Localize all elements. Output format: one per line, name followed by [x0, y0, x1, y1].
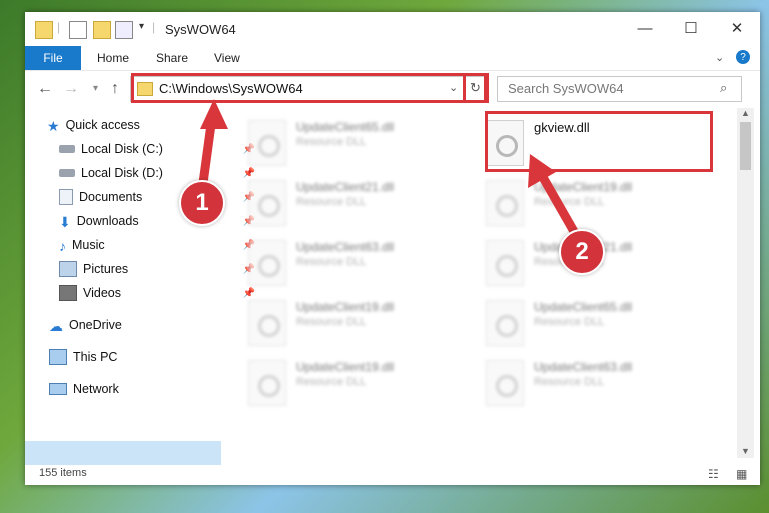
properties-icon[interactable]: [69, 21, 87, 39]
sidebar-item-network[interactable]: Network: [25, 378, 245, 400]
file-type: Resource DLL: [534, 376, 605, 388]
dll-file-icon: [486, 360, 524, 406]
help-icon[interactable]: ?: [736, 50, 750, 64]
file-item[interactable]: UpdateClient21.dll Resource DLL: [238, 172, 458, 228]
dll-file-icon: [248, 360, 286, 406]
dll-file-icon: [248, 240, 286, 286]
cloud-icon: ☁: [49, 318, 63, 334]
file-name: UpdateClient19.dll: [296, 300, 395, 314]
sidebar-item-label: Downloads: [76, 214, 139, 228]
dll-file-icon: [248, 120, 286, 166]
file-type: Resource DLL: [296, 256, 367, 268]
quick-access-toolbar-icon[interactable]: [115, 21, 133, 39]
dll-file-icon: [486, 240, 524, 286]
sidebar-item-onedrive[interactable]: ☁ OneDrive: [25, 314, 245, 336]
step-2-badge: 2: [559, 229, 605, 275]
file-type: Resource DLL: [296, 136, 367, 148]
vertical-scrollbar[interactable]: ▲ ▼: [737, 108, 754, 458]
file-item[interactable]: UpdateClient65.dll Resource DLL: [476, 292, 696, 348]
dll-file-icon: [248, 300, 286, 346]
folder-icon: [35, 21, 53, 39]
sidebar-item-videos[interactable]: Videos 📌: [25, 282, 255, 304]
customize-toolbar-icon[interactable]: ▾: [139, 21, 144, 32]
status-item-count: 155 items: [39, 467, 87, 479]
back-arrow-icon[interactable]: ←: [37, 80, 53, 98]
divider: |: [57, 20, 61, 34]
details-view-icon[interactable]: ☷: [708, 467, 719, 481]
file-item[interactable]: UpdateClient63.dll Resource DLL: [476, 352, 696, 408]
sidebar-item-this-pc[interactable]: This PC: [25, 346, 245, 368]
music-icon: ♪: [59, 238, 66, 254]
search-box[interactable]: Search SysWOW64 ⌕: [497, 76, 742, 102]
sidebar-item-label: This PC: [73, 350, 118, 364]
file-type: Resource DLL: [296, 196, 367, 208]
file-name: UpdateClient65.dll: [296, 120, 395, 134]
sidebar-item-label: Pictures: [83, 262, 129, 276]
videos-icon: [59, 285, 77, 301]
step-1-badge: 1: [179, 180, 225, 226]
sidebar-item-label: Local Disk (C:): [81, 142, 163, 156]
new-folder-icon[interactable]: [93, 21, 111, 39]
sidebar-item-music[interactable]: ♪ Music 📌: [25, 234, 255, 256]
sidebar-item-label: Videos: [83, 286, 121, 300]
recent-locations-icon[interactable]: ▾: [93, 83, 98, 94]
dll-file-icon: [248, 180, 286, 226]
up-arrow-icon[interactable]: ↑: [111, 80, 119, 98]
minimize-button[interactable]: —: [622, 12, 668, 44]
sidebar-item-label: Local Disk (D:): [81, 166, 163, 180]
sidebar-item-label: OneDrive: [69, 318, 122, 332]
close-button[interactable]: ✕: [714, 12, 760, 44]
search-input[interactable]: Search SysWOW64: [508, 81, 624, 96]
network-icon: [49, 383, 67, 395]
file-type: Resource DLL: [296, 316, 367, 328]
drive-icon: [59, 145, 75, 153]
file-name: UpdateClient19.dll: [296, 360, 395, 374]
scroll-down-icon[interactable]: ▼: [741, 446, 750, 456]
file-name: UpdateClient21.dll: [296, 180, 395, 194]
star-icon: ★: [47, 118, 60, 134]
dll-file-icon: [486, 180, 524, 226]
large-icons-view-icon[interactable]: ▦: [736, 467, 747, 481]
file-item[interactable]: UpdateClient19.dll Resource DLL: [238, 352, 458, 408]
selected-item-highlight: [25, 441, 221, 465]
window-title: SysWOW64: [165, 22, 236, 37]
tab-file[interactable]: File: [25, 46, 81, 70]
file-name: UpdateClient65.dll: [534, 300, 633, 314]
refresh-highlight-box: [463, 73, 489, 103]
sidebar-item-label: Quick access: [65, 118, 140, 132]
title-bar: | ▾ | SysWOW64 — ☐ ✕: [25, 12, 760, 46]
file-item[interactable]: UpdateClient65.dll Resource DLL: [238, 112, 458, 168]
sidebar-item-pictures[interactable]: Pictures 📌: [25, 258, 255, 280]
ribbon-tabs: File Home Share View ⌄ ?: [25, 46, 760, 70]
computer-icon: [49, 349, 67, 365]
scroll-thumb[interactable]: [740, 122, 751, 170]
sidebar-item-label: Network: [73, 382, 119, 396]
documents-icon: [59, 189, 73, 205]
tab-home[interactable]: Home: [97, 51, 129, 65]
dll-file-icon: [486, 300, 524, 346]
file-type: Resource DLL: [534, 316, 605, 328]
sidebar-item-label: Music: [72, 238, 105, 252]
file-name: UpdateClient63.dll: [534, 360, 633, 374]
pictures-icon: [59, 261, 77, 277]
file-item[interactable]: UpdateClient63.dll Resource DLL: [238, 232, 458, 288]
search-icon: ⌕: [720, 80, 728, 95]
expand-ribbon-icon[interactable]: ⌄: [715, 51, 724, 64]
file-item[interactable]: UpdateClient19.dll Resource DLL: [238, 292, 458, 348]
tab-share[interactable]: Share: [156, 51, 188, 65]
file-name: UpdateClient63.dll: [296, 240, 395, 254]
scroll-up-icon[interactable]: ▲: [741, 108, 750, 118]
tab-view[interactable]: View: [214, 51, 240, 65]
sidebar-item-label: Documents: [79, 190, 143, 204]
forward-arrow-icon[interactable]: →: [63, 80, 79, 98]
divider: |: [152, 20, 156, 34]
downloads-icon: ⬇: [59, 214, 71, 230]
file-type: Resource DLL: [296, 376, 367, 388]
maximize-button[interactable]: ☐: [668, 12, 714, 44]
drive-icon: [59, 169, 75, 177]
